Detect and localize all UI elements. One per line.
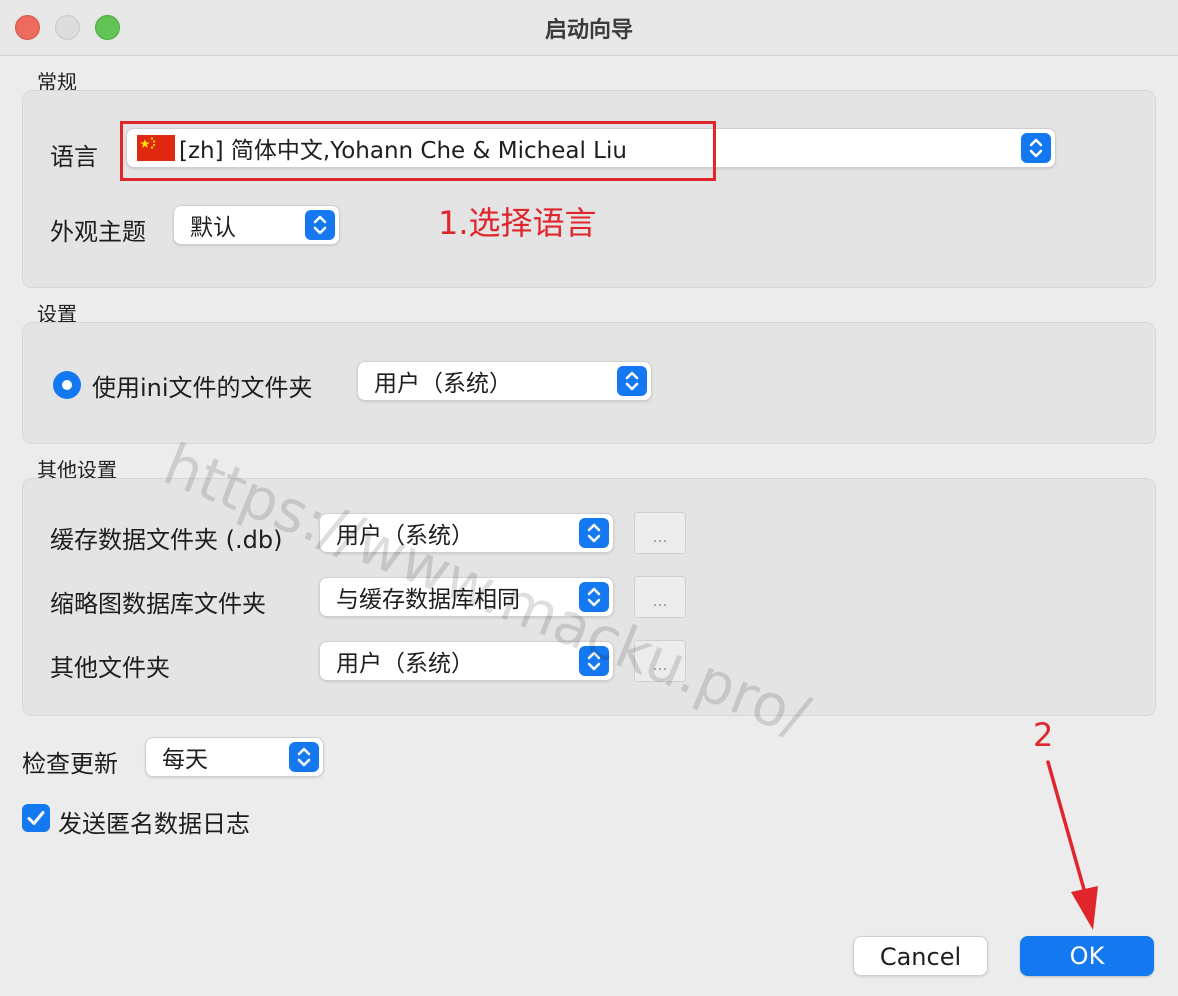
red-arrow-icon: [1046, 760, 1098, 930]
title-bar: 启动向导: [0, 0, 1178, 56]
language-highlight-box: [120, 121, 716, 181]
ini-folder-radio[interactable]: [53, 371, 81, 399]
ini-folder-select-value: 用户（系统）: [374, 371, 512, 397]
anon-log-checkbox[interactable]: [22, 804, 50, 832]
window-title: 启动向导: [544, 18, 633, 43]
ini-folder-label: 使用ini文件的文件夹: [92, 374, 313, 402]
ini-folder-stepper-icon: [617, 366, 647, 396]
update-frequency-stepper-icon: [289, 742, 319, 772]
ini-folder-select[interactable]: 用户（系统）: [357, 361, 652, 401]
theme-select-value: 默认: [190, 215, 236, 241]
checkmark-icon: [27, 811, 45, 825]
anon-log-label: 发送匿名数据日志: [58, 810, 250, 838]
ok-button[interactable]: OK: [1020, 936, 1154, 976]
update-check-label: 检查更新: [22, 750, 118, 778]
step1-annotation: 1.选择语言: [438, 204, 597, 242]
theme-select[interactable]: 默认: [173, 205, 340, 245]
theme-label: 外观主题: [50, 218, 146, 246]
cache-folder-browse-button[interactable]: ...: [634, 512, 686, 554]
thumbnail-folder-browse-button[interactable]: ...: [634, 576, 686, 618]
cancel-button[interactable]: Cancel: [853, 936, 988, 976]
other-folder-select-value: 用户（系统）: [336, 651, 474, 677]
update-frequency-value: 每天: [162, 747, 208, 773]
thumbnail-folder-label: 缩略图数据库文件夹: [50, 590, 266, 618]
other-folder-label: 其他文件夹: [50, 654, 170, 682]
step2-annotation: 2: [1033, 716, 1054, 754]
cache-folder-stepper-icon: [579, 518, 609, 548]
general-group: [22, 90, 1156, 288]
update-frequency-select[interactable]: 每天: [145, 737, 324, 777]
theme-select-stepper-icon: [305, 210, 335, 240]
language-label: 语言: [50, 143, 98, 171]
language-select-stepper-icon: [1021, 133, 1051, 163]
